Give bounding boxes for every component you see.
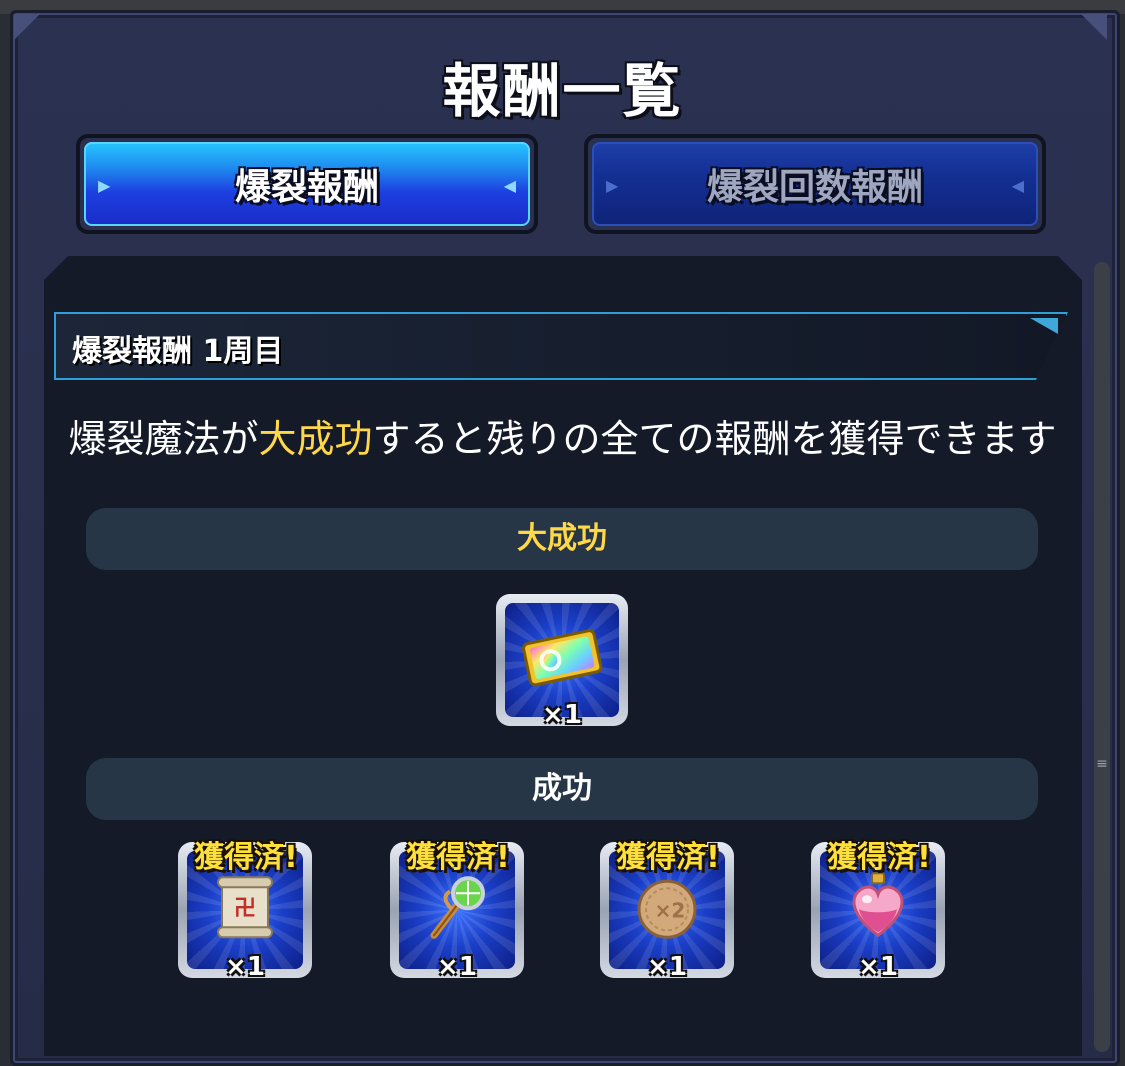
panel-title: 報酬一覧 — [442, 57, 683, 125]
tab-right-arrow-icon: ◀ — [1011, 176, 1024, 195]
tab-burst-count-reward[interactable]: ▶ 爆裂回数報酬 ◀ — [584, 134, 1046, 234]
rainbow-ticket-icon — [522, 629, 603, 687]
obtained-badge: 獲得済! — [406, 840, 510, 875]
heart-potion-icon — [852, 872, 904, 938]
description-highlight: 大成功 — [258, 417, 373, 461]
tab-right-arrow-icon: ◀ — [503, 176, 516, 195]
item-quantity: ×1 — [225, 952, 265, 982]
description-prefix: 爆裂魔法が — [68, 417, 259, 461]
item-quantity: ×1 — [437, 952, 477, 982]
item-quantity: ×1 — [542, 700, 582, 730]
magic-staff-icon — [430, 876, 485, 939]
cookie-x2-icon: ×2 — [637, 879, 697, 939]
svg-text:卍: 卍 — [234, 896, 256, 921]
tab-burst-reward[interactable]: ▶ 爆裂報酬 ◀ — [76, 134, 538, 234]
tab-label: 爆裂報酬 — [234, 167, 379, 208]
tab-left-arrow-icon: ▶ — [606, 176, 619, 195]
tab-label: 爆裂回数報酬 — [706, 167, 923, 208]
svg-text:×2: ×2 — [655, 898, 686, 922]
obtained-badge: 獲得済! — [827, 840, 931, 875]
scroll-icon: 卍 — [217, 876, 273, 939]
reward-description: 爆裂魔法が大成功すると残りの全ての報酬を獲得できます — [0, 408, 1125, 463]
great-success-band: 大成功 — [86, 508, 1038, 570]
header-corner-icon — [1030, 318, 1058, 334]
panel-corner-decoration — [1081, 14, 1107, 40]
obtained-badge: 獲得済! — [194, 840, 298, 875]
description-suffix: すると残りの全ての報酬を獲得できます — [372, 417, 1057, 461]
item-quantity: ×1 — [647, 952, 687, 982]
scrollbar[interactable] — [1094, 262, 1110, 1052]
section-title: 爆裂報酬 1周目 — [72, 334, 284, 369]
tab-left-arrow-icon: ▶ — [98, 176, 111, 195]
reward-item-rainbow-ticket[interactable]: ×1 — [496, 594, 628, 730]
obtained-badge: 獲得済! — [616, 840, 720, 875]
scrollbar-grip-icon[interactable]: ≡ — [1095, 757, 1109, 786]
item-quantity: ×1 — [858, 952, 898, 982]
success-band: 成功 — [86, 758, 1038, 820]
panel-corner-decoration — [14, 14, 40, 40]
